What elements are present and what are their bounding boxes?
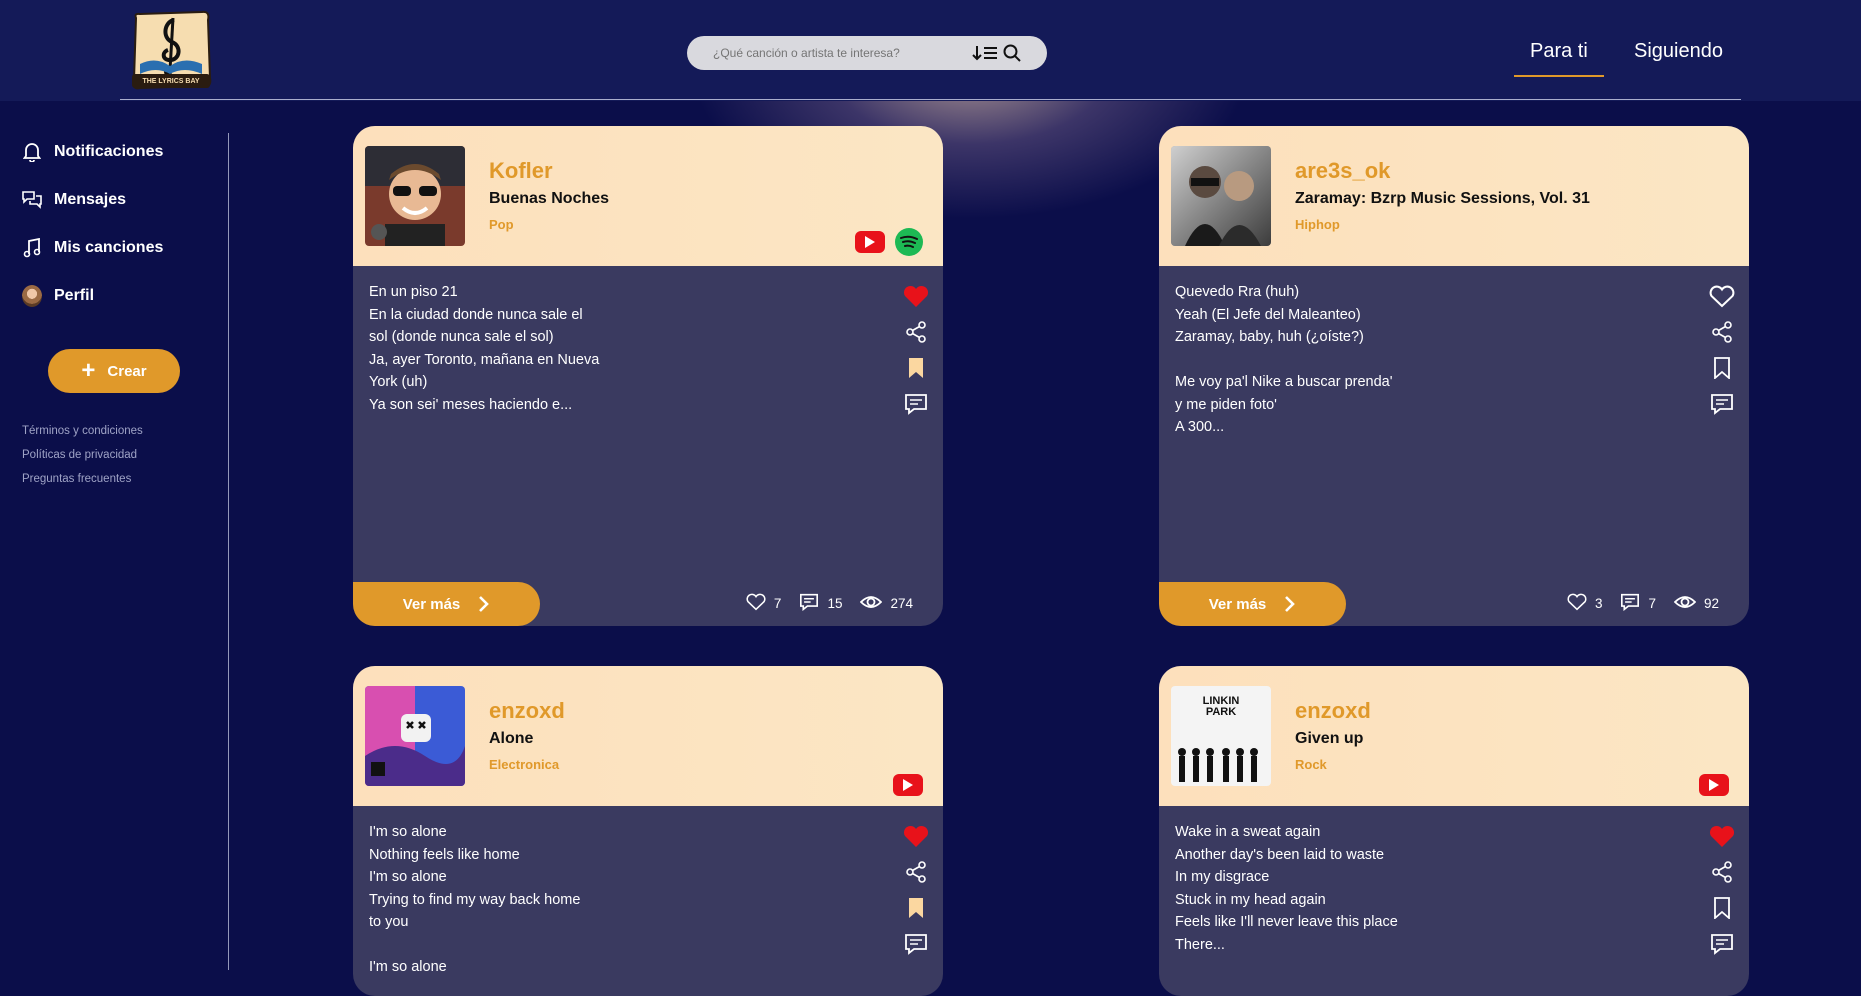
album-text: LINKIN PARK (1202, 695, 1240, 718)
post-card: Kofler Buenas Noches Pop En un piso 21 E… (353, 126, 943, 626)
sidebar-item-label: Perfil (54, 287, 95, 304)
plus-icon: + (81, 357, 96, 384)
heart-filled-icon[interactable] (903, 284, 929, 308)
heart-filled-icon[interactable] (1709, 824, 1735, 848)
see-more-label: Ver más (402, 595, 461, 613)
post-song-title[interactable]: Buenas Noches (489, 190, 609, 208)
see-more-button[interactable]: Ver más (353, 582, 540, 626)
search-bar (687, 36, 1047, 70)
card-header: LINKIN PARK enzoxd Given up Rock (1159, 666, 1749, 806)
bookmark-icon[interactable] (1709, 896, 1735, 920)
post-lyrics: Quevedo Rra (huh) Yeah (El Jefe del Male… (1175, 284, 1393, 435)
post-card: enzoxd Alone Electronica I'm so alone No… (353, 666, 943, 996)
sidebar-item-notificaciones[interactable]: Notificaciones (22, 142, 163, 162)
chevron-right-icon (1284, 595, 1296, 613)
heart-filled-icon[interactable] (903, 824, 929, 848)
post-username[interactable]: enzoxd (489, 698, 565, 724)
post-username[interactable]: are3s_ok (1295, 158, 1390, 184)
eye-icon (1673, 594, 1697, 613)
sort-icon[interactable] (971, 43, 999, 63)
see-more-button[interactable]: Ver más (1159, 582, 1346, 626)
comment-count: 7 (1648, 596, 1656, 611)
card-header: enzoxd Alone Electronica (353, 666, 943, 806)
chevron-right-icon (478, 595, 490, 613)
youtube-icon[interactable] (855, 231, 885, 253)
music-note-icon (22, 238, 42, 258)
spotify-icon[interactable] (895, 228, 923, 256)
post-genre: Rock (1295, 757, 1327, 772)
post-lyrics: En un piso 21 En la ciudad donde nunca s… (369, 284, 600, 413)
sidebar-item-label: Notificaciones (54, 143, 164, 160)
chat-icon (22, 190, 42, 210)
search-icon[interactable] (999, 40, 1025, 66)
comment-icon[interactable] (1709, 932, 1735, 956)
create-label: Crear (107, 362, 147, 380)
album-cover[interactable] (1171, 146, 1271, 246)
share-icon[interactable] (903, 320, 929, 344)
like-count: 3 (1594, 596, 1603, 611)
post-card: LINKIN PARK enzoxd Given up Rock Wake in… (1159, 666, 1749, 996)
post-song-title[interactable]: Alone (489, 730, 533, 748)
post-username[interactable]: enzoxd (1295, 698, 1371, 724)
view-count: 274 (890, 596, 913, 611)
search-input[interactable] (711, 45, 965, 61)
sidebar-item-label: Mensajes (54, 191, 127, 208)
bookmark-icon[interactable] (1709, 356, 1735, 380)
logo[interactable]: THE LYRICS BAY (126, 8, 216, 96)
privacy-link[interactable]: Políticas de privacidad (22, 449, 137, 461)
sidebar-item-perfil[interactable]: Perfil (22, 285, 95, 307)
tab-para-ti[interactable]: Para ti (1514, 40, 1604, 77)
post-song-title[interactable]: Zaramay: Bzrp Music Sessions, Vol. 31 (1295, 190, 1590, 208)
post-genre: Hiphop (1295, 217, 1340, 232)
heart-outline-icon[interactable] (1567, 593, 1587, 614)
post-genre: Electronica (489, 757, 560, 772)
comment-count: 15 (827, 596, 843, 611)
card-header: are3s_ok Zaramay: Bzrp Music Sessions, V… (1159, 126, 1749, 266)
bookmark-filled-icon[interactable] (903, 356, 929, 380)
faq-link[interactable]: Preguntas frecuentes (22, 473, 131, 485)
post-card: are3s_ok Zaramay: Bzrp Music Sessions, V… (1159, 126, 1749, 626)
heart-outline-icon[interactable] (1709, 284, 1735, 308)
sidebar-divider (228, 133, 229, 970)
album-cover[interactable] (365, 146, 465, 246)
view-count: 92 (1703, 596, 1719, 611)
card-header: Kofler Buenas Noches Pop (353, 126, 943, 266)
bell-icon (22, 142, 42, 162)
share-icon[interactable] (1709, 320, 1735, 344)
bookmark-filled-icon[interactable] (903, 896, 929, 920)
see-more-label: Ver más (1208, 595, 1267, 613)
create-button[interactable]: + Crear (48, 349, 180, 393)
post-username[interactable]: Kofler (489, 158, 553, 184)
sidebar-item-mis-canciones[interactable]: Mis canciones (22, 238, 163, 258)
comment-icon[interactable] (1620, 593, 1640, 614)
sidebar-item-mensajes[interactable]: Mensajes (22, 190, 126, 210)
post-lyrics: I'm so alone Nothing feels like home I'm… (369, 824, 581, 975)
youtube-icon[interactable] (893, 774, 923, 796)
comment-icon[interactable] (1709, 392, 1735, 416)
share-icon[interactable] (903, 860, 929, 884)
comment-icon[interactable] (903, 392, 929, 416)
post-song-title[interactable]: Given up (1295, 730, 1363, 748)
comment-icon[interactable] (903, 932, 929, 956)
like-count: 7 (773, 596, 782, 611)
logo-text: THE LYRICS BAY (142, 78, 200, 85)
sidebar-item-label: Mis canciones (54, 239, 164, 256)
avatar (22, 285, 42, 307)
comment-icon[interactable] (799, 593, 819, 614)
youtube-icon[interactable] (1699, 774, 1729, 796)
header-divider (120, 99, 1741, 100)
eye-icon (860, 594, 883, 613)
share-icon[interactable] (1709, 860, 1735, 884)
post-genre: Pop (489, 217, 514, 232)
tab-siguiendo[interactable]: Siguiendo (1634, 40, 1723, 63)
terms-link[interactable]: Términos y condiciones (22, 425, 143, 437)
heart-outline-icon[interactable] (746, 593, 766, 614)
album-cover[interactable]: LINKIN PARK (1171, 686, 1271, 786)
album-cover[interactable] (365, 686, 465, 786)
post-lyrics: Wake in a sweat again Another day's been… (1175, 824, 1398, 953)
